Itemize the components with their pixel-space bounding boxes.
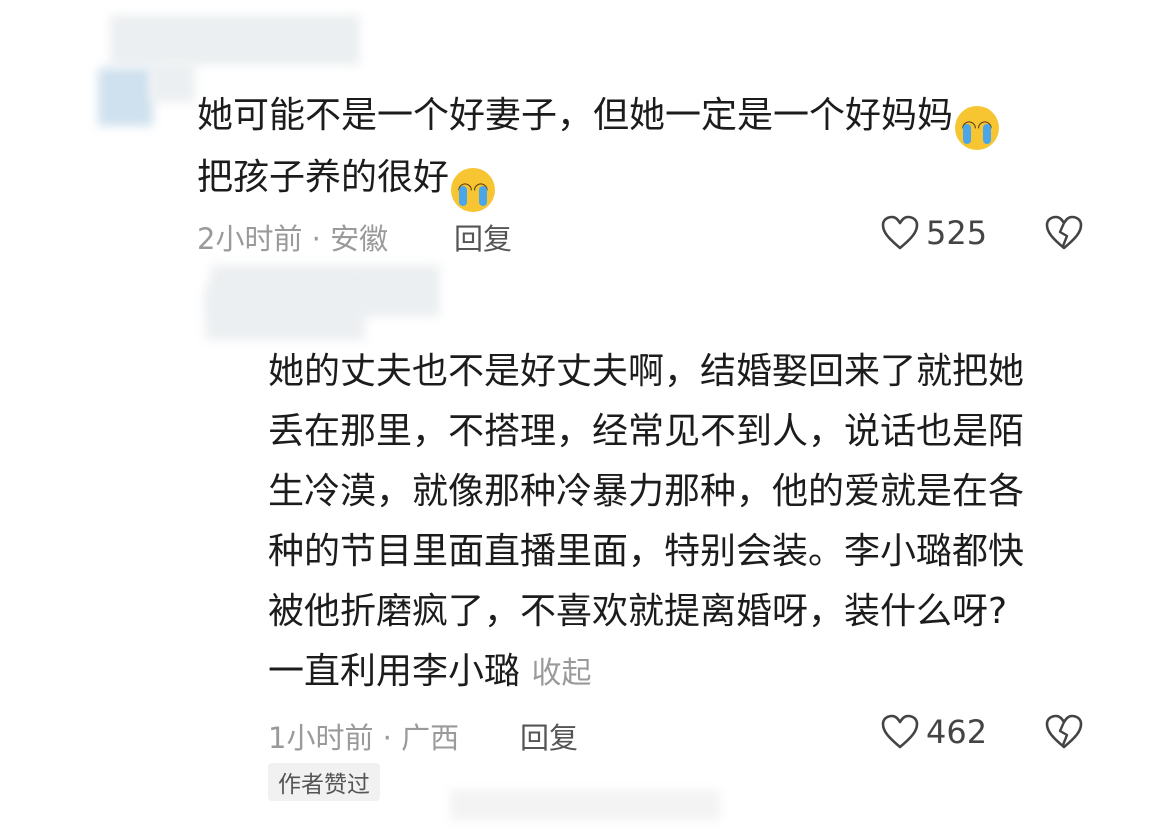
comment-1-line-2: 把孩子养的很好 [197, 157, 450, 198]
comment-2-line-3: 生冷漠，就像那种冷暴力那种，他的爱就是在各 [268, 471, 1025, 512]
blurred-avatar-1-bg [150, 62, 195, 102]
comment-1-reply-button[interactable]: 回复 [454, 216, 512, 258]
comment-1-dislike-button[interactable] [1044, 214, 1084, 256]
comment-2-text: 她的丈夫也不是好丈夫啊，结婚娶回来了就把她 丢在那里，不搭理，经常见不到人，说话… [268, 342, 1024, 704]
comment-1-like-button[interactable]: 525 [880, 214, 987, 252]
comment-2-line-5: 被他折磨疯了，不喜欢就提离婚呀，装什么呀? [268, 591, 1008, 632]
broken-heart-icon [1045, 714, 1083, 749]
comment-2-time-location: 1小时前 · 广西 [268, 721, 460, 755]
comment-2-line-4: 种的节目里面直播里面，特别会装。李小璐都快 [268, 531, 1025, 572]
heart-icon [881, 215, 919, 250]
author-liked-badge: 作者赞过 [268, 763, 380, 801]
collapse-link[interactable]: 收起 [531, 656, 591, 691]
heart-icon [881, 714, 919, 749]
comment-2-line-6: 一直利用李小璐 [268, 651, 521, 692]
comment-1-text: 她可能不是一个好妻子，但她一定是一个好妈妈 ◠◠ 把孩子养的很好 ◠◠ [197, 88, 1000, 212]
crying-face-icon: ◠◠ [451, 168, 496, 212]
broken-heart-icon [1045, 215, 1083, 250]
comment-1-like-count: 525 [926, 214, 988, 252]
comment-2-reply-button[interactable]: 回复 [520, 715, 578, 757]
comment-1-line-1: 她可能不是一个好妻子，但她一定是一个好妈妈 [197, 95, 954, 136]
comment-2-line-2: 丢在那里，不搭理，经常见不到人，说话也是陌 [268, 411, 1025, 452]
comment-2-line-1: 她的丈夫也不是好丈夫啊，结婚娶回来了就把她 [268, 351, 1025, 392]
blurred-username-1 [110, 15, 360, 65]
blurred-avatar-1[interactable] [98, 68, 153, 126]
watermark [450, 790, 720, 820]
comment-2-like-count: 462 [926, 713, 988, 751]
blurred-avatar-2[interactable] [205, 285, 365, 340]
comment-2-dislike-button[interactable] [1044, 713, 1084, 755]
comment-2-like-button[interactable]: 462 [880, 713, 987, 751]
comment-1-time-location: 2小时前 · 安徽 [197, 222, 389, 256]
crying-face-icon: ◠◠ [955, 106, 1000, 150]
